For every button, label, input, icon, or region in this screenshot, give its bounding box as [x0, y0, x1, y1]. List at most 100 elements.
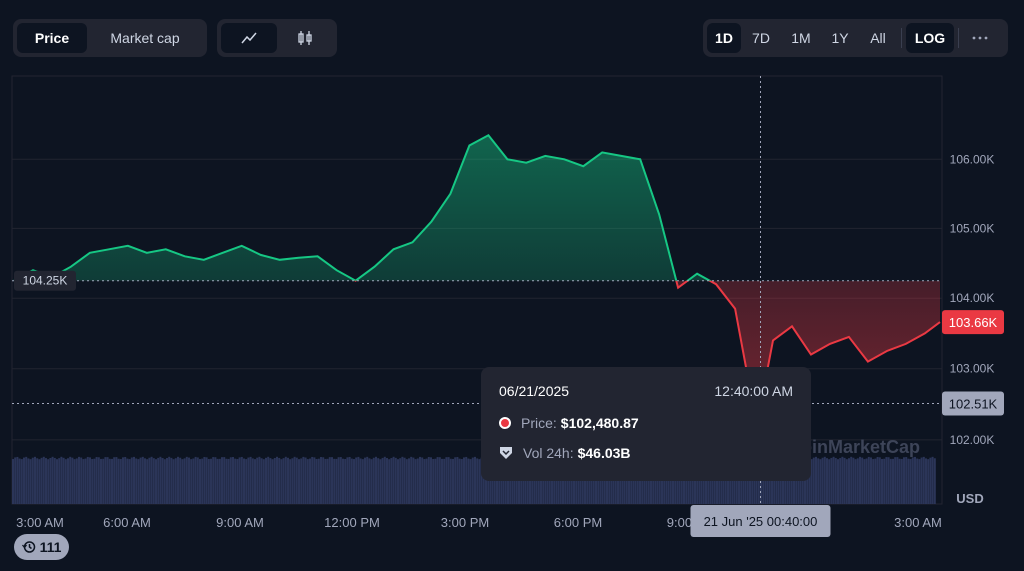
volume-bar [379, 459, 382, 504]
volume-bar [141, 456, 144, 504]
volume-bar [273, 457, 276, 504]
price-dot-icon [499, 417, 511, 429]
volume-bar [834, 458, 837, 504]
volume-bar [212, 457, 215, 504]
volume-bar [172, 459, 175, 504]
volume-bar [128, 459, 131, 504]
volume-bar [236, 459, 239, 504]
volume-bar [18, 458, 21, 504]
volume-bar [423, 459, 426, 504]
volume-bar [894, 457, 897, 504]
volume-bar [463, 457, 465, 504]
volume-bar [357, 456, 360, 504]
volume-bar [311, 456, 314, 504]
volume-bar [234, 458, 237, 504]
volume-bar [333, 458, 336, 504]
volume-bar [927, 459, 930, 504]
volume-bar [245, 459, 248, 504]
volume-bar [122, 457, 124, 504]
volume-bar [456, 457, 459, 504]
volume-bar [918, 459, 921, 504]
volume-bar [183, 458, 186, 504]
volume-bar [370, 459, 373, 504]
volume-bar [837, 459, 839, 504]
volume-bar [390, 458, 393, 504]
history-icon [21, 541, 35, 553]
volume-bar [144, 458, 146, 504]
volume-bar [929, 457, 932, 504]
volume-bar [412, 457, 415, 504]
volume-bar [366, 456, 369, 504]
volume-bar [12, 459, 14, 504]
volume-bar [82, 459, 85, 504]
volume-bar [324, 458, 327, 504]
volume-bar [925, 458, 927, 504]
volume-bar [240, 456, 243, 504]
history-badge[interactable]: 111 [14, 534, 69, 560]
volume-bar [47, 459, 50, 504]
price-tooltip: 06/21/2025 12:40:00 AM Price: $102,480.8… [481, 367, 811, 481]
volume-bar [113, 457, 116, 504]
volume-bar [115, 457, 118, 504]
volume-bar [909, 459, 912, 504]
volume-bar [45, 458, 47, 504]
volume-bar [852, 457, 855, 504]
volume-bar [75, 458, 78, 504]
volume-bar [885, 457, 888, 504]
volume-bar [227, 458, 230, 504]
price-chart[interactable]: CoinMarketCap 106.00K105.00K104.00K103.0… [0, 0, 1024, 571]
volume-bar [342, 458, 344, 504]
volume-bar [812, 457, 815, 504]
volume-bar [410, 456, 413, 504]
volume-bar [203, 456, 206, 504]
volume-bar [207, 458, 210, 504]
volume-bar [284, 456, 287, 504]
volume-bar [93, 458, 96, 504]
volume-bar [300, 458, 303, 504]
volume-bar [161, 458, 164, 504]
volume-bar [416, 458, 419, 504]
volume-bar [315, 459, 318, 504]
x-tick-label: 9:00 AM [216, 515, 264, 530]
volume-bar [856, 458, 859, 504]
volume-bar [905, 457, 908, 504]
volume-bar [126, 458, 129, 504]
volume-bar [447, 457, 450, 504]
volume-bar [335, 458, 338, 504]
volume-bar [225, 458, 228, 504]
y-tick-label: 106.00K [950, 152, 995, 166]
volume-bar [916, 458, 919, 504]
volume-bar [394, 457, 397, 504]
volume-bar [434, 458, 437, 504]
volume-bar [111, 458, 113, 504]
volume-bar [42, 456, 45, 504]
volume-bar [177, 456, 179, 504]
volume-bar [452, 458, 454, 504]
volume-bar [188, 457, 190, 504]
volume-bar [298, 459, 300, 504]
x-tick-label: 3:00 PM [441, 515, 489, 530]
volume-bar [71, 457, 74, 504]
volume-bar [40, 457, 43, 504]
volume-bar [139, 457, 142, 504]
volume-bar [372, 457, 375, 504]
volume-bar [108, 458, 111, 504]
volume-bar [27, 458, 30, 504]
volume-bar [843, 457, 846, 504]
volume-bar [920, 457, 923, 504]
volume-bar [322, 457, 325, 504]
volume-bar [260, 458, 263, 504]
volume-bar [152, 458, 155, 504]
volume-bar [179, 457, 182, 504]
volume-bar [449, 458, 452, 504]
volume-bar [269, 458, 272, 504]
volume-bar [185, 456, 188, 504]
volume-bar [392, 456, 395, 504]
history-count: 111 [39, 539, 62, 555]
volume-bar [25, 456, 28, 504]
volume-bar [861, 457, 864, 504]
volume-bar [883, 458, 886, 504]
volume-bar [892, 458, 894, 504]
volume-bar [344, 458, 347, 504]
volume-bar [817, 458, 820, 504]
